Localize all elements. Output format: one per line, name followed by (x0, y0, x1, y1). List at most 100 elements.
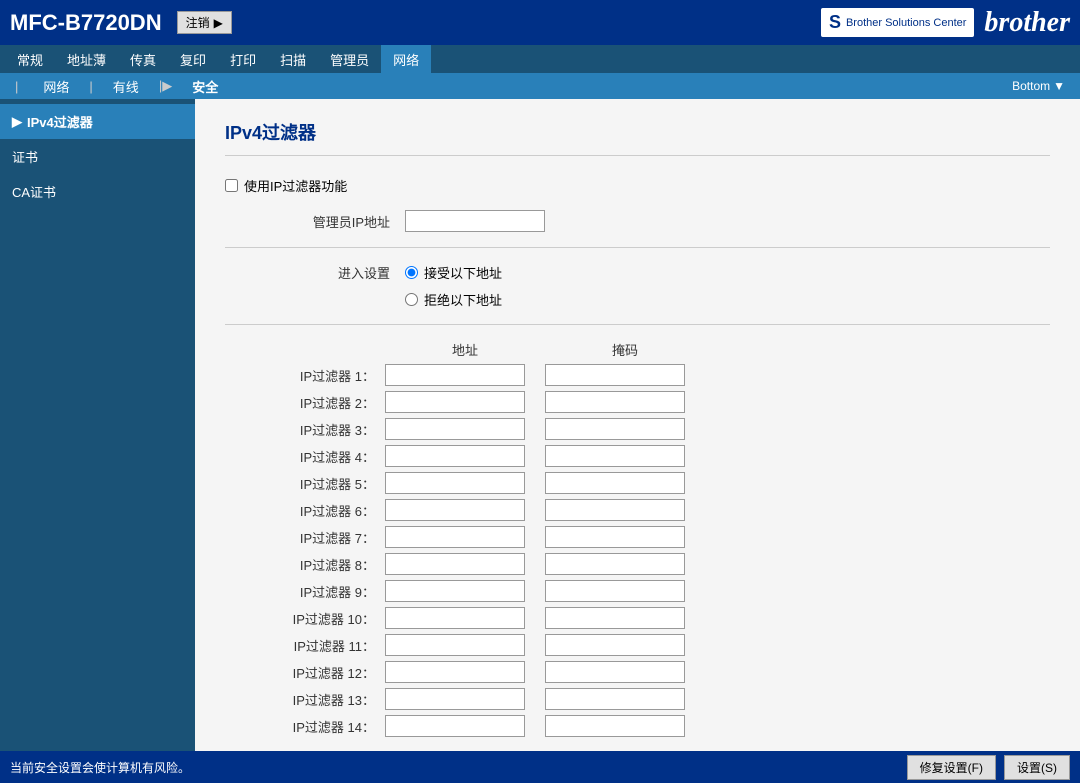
tab-network[interactable]: 网络 (381, 45, 431, 73)
filter-row-11: IP过滤器 11： (225, 634, 1050, 656)
radio-accept-row: 接受以下地址 (405, 263, 502, 282)
status-bar: 当前安全设置会使计算机有风险。 修复设置(F) 设置(S) (0, 751, 1080, 783)
use-filter-row: 使用IP过滤器功能 (225, 176, 1050, 195)
sub-nav-sep1: | (15, 79, 18, 94)
radio-accept-label: 接受以下地址 (424, 263, 502, 282)
use-filter-label: 使用IP过滤器功能 (244, 176, 347, 195)
filter-row-7: IP过滤器 7： (225, 526, 1050, 548)
filter-addr-1[interactable] (385, 364, 525, 386)
filter-addr-2[interactable] (385, 391, 525, 413)
filter-addr-11[interactable] (385, 634, 525, 656)
settings-button[interactable]: 设置(S) (1004, 755, 1070, 780)
logout-button[interactable]: 注销 ▶ (177, 11, 232, 34)
filter-mask-8[interactable] (545, 553, 685, 575)
filter-label-12: IP过滤器 12： (225, 663, 385, 682)
sidebar-item-cert[interactable]: 证书 (0, 139, 195, 174)
radio-reject-label: 拒绝以下地址 (424, 290, 502, 309)
filter-row-14: IP过滤器 14： (225, 715, 1050, 737)
filter-mask-11[interactable] (545, 634, 685, 656)
tab-fax[interactable]: 传真 (118, 45, 168, 73)
filter-addr-8[interactable] (385, 553, 525, 575)
tab-scan[interactable]: 扫描 (268, 45, 318, 73)
filter-row-5: IP过滤器 5： (225, 472, 1050, 494)
tab-print[interactable]: 打印 (218, 45, 268, 73)
filter-label-10: IP过滤器 10： (225, 609, 385, 628)
filter-table-header: 地址 掩码 (385, 340, 1050, 359)
radio-reject[interactable] (405, 293, 418, 306)
filter-label-2: IP过滤器 2： (225, 393, 385, 412)
incoming-row: 进入设置 接受以下地址 拒绝以下地址 (225, 263, 1050, 309)
filter-row-12: IP过滤器 12： (225, 661, 1050, 683)
filter-row-8: IP过滤器 8： (225, 553, 1050, 575)
sidebar-arrow-icon: ▶ (12, 114, 22, 130)
filter-label-9: IP过滤器 9： (225, 582, 385, 601)
radio-accept[interactable] (405, 266, 418, 279)
filter-label-4: IP过滤器 4： (225, 447, 385, 466)
filter-mask-13[interactable] (545, 688, 685, 710)
filter-mask-7[interactable] (545, 526, 685, 548)
sub-nav: | 网络 | 有线 |▶ 安全 Bottom ▼ (0, 73, 1080, 99)
filter-addr-5[interactable] (385, 472, 525, 494)
filter-addr-7[interactable] (385, 526, 525, 548)
filter-label-5: IP过滤器 5： (225, 474, 385, 493)
admin-ip-label: 管理员IP地址 (225, 212, 405, 231)
filter-label-3: IP过滤器 3： (225, 420, 385, 439)
filter-mask-12[interactable] (545, 661, 685, 683)
filter-mask-6[interactable] (545, 499, 685, 521)
bottom-button[interactable]: Bottom ▼ (1012, 79, 1065, 93)
filter-mask-14[interactable] (545, 715, 685, 737)
filter-mask-9[interactable] (545, 580, 685, 602)
page-title: IPv4过滤器 (225, 119, 1050, 156)
filter-addr-6[interactable] (385, 499, 525, 521)
sidebar-item-ca-cert[interactable]: CA证书 (0, 174, 195, 209)
radio-reject-row: 拒绝以下地址 (405, 290, 502, 309)
tab-admin[interactable]: 管理员 (318, 45, 381, 73)
tab-copy[interactable]: 复印 (168, 45, 218, 73)
filter-addr-10[interactable] (385, 607, 525, 629)
tab-general[interactable]: 常规 (5, 45, 55, 73)
filter-mask-10[interactable] (545, 607, 685, 629)
tab-address[interactable]: 地址薄 (55, 45, 118, 73)
filter-row-6: IP过滤器 6： (225, 499, 1050, 521)
sub-tab-wired[interactable]: 有线 (93, 77, 159, 96)
filter-mask-2[interactable] (545, 391, 685, 413)
filter-label-1: IP过滤器 1： (225, 366, 385, 385)
filter-row-3: IP过滤器 3： (225, 418, 1050, 440)
divider1 (225, 247, 1050, 248)
filter-addr-9[interactable] (385, 580, 525, 602)
device-title: MFC-B7720DN (10, 10, 162, 36)
admin-ip-input[interactable] (405, 210, 545, 232)
filter-addr-14[interactable] (385, 715, 525, 737)
layout: ▶ IPv4过滤器 证书 CA证书 IPv4过滤器 使用IP过滤器功能 管理员I… (0, 99, 1080, 751)
fix-settings-button[interactable]: 修复设置(F) (907, 755, 996, 780)
admin-ip-row: 管理员IP地址 (225, 210, 1050, 232)
filter-row-4: IP过滤器 4： (225, 445, 1050, 467)
filter-addr-4[interactable] (385, 445, 525, 467)
solutions-icon: S (829, 12, 841, 33)
sidebar-item-ipv4filter[interactable]: ▶ IPv4过滤器 (0, 104, 195, 139)
use-filter-checkbox[interactable] (225, 179, 238, 192)
filter-row-9: IP过滤器 9： (225, 580, 1050, 602)
header-right: S Brother Solutions Center brother (821, 7, 1070, 39)
filter-mask-3[interactable] (545, 418, 685, 440)
filter-row-10: IP过滤器 10： (225, 607, 1050, 629)
divider2 (225, 324, 1050, 325)
sub-tab-network[interactable]: 网络 (23, 77, 89, 96)
solutions-center[interactable]: S Brother Solutions Center (821, 8, 974, 37)
incoming-radio-group: 接受以下地址 拒绝以下地址 (405, 263, 502, 309)
filter-label-7: IP过滤器 7： (225, 528, 385, 547)
bottom-arrow-icon: ▼ (1053, 79, 1065, 93)
sub-tab-security[interactable]: 安全 (172, 77, 238, 96)
filter-label-14: IP过滤器 14： (225, 717, 385, 736)
brother-logo: brother (984, 7, 1070, 39)
filter-addr-13[interactable] (385, 688, 525, 710)
filter-label-13: IP过滤器 13： (225, 690, 385, 709)
filter-table: 地址 掩码 IP过滤器 1： IP过滤器 2： IP过滤器 3： IP过滤器 4… (225, 340, 1050, 737)
filter-addr-12[interactable] (385, 661, 525, 683)
filter-mask-1[interactable] (545, 364, 685, 386)
filter-mask-4[interactable] (545, 445, 685, 467)
filter-addr-3[interactable] (385, 418, 525, 440)
status-buttons: 修复设置(F) 设置(S) (907, 755, 1070, 780)
incoming-label: 进入设置 (225, 263, 405, 282)
filter-mask-5[interactable] (545, 472, 685, 494)
